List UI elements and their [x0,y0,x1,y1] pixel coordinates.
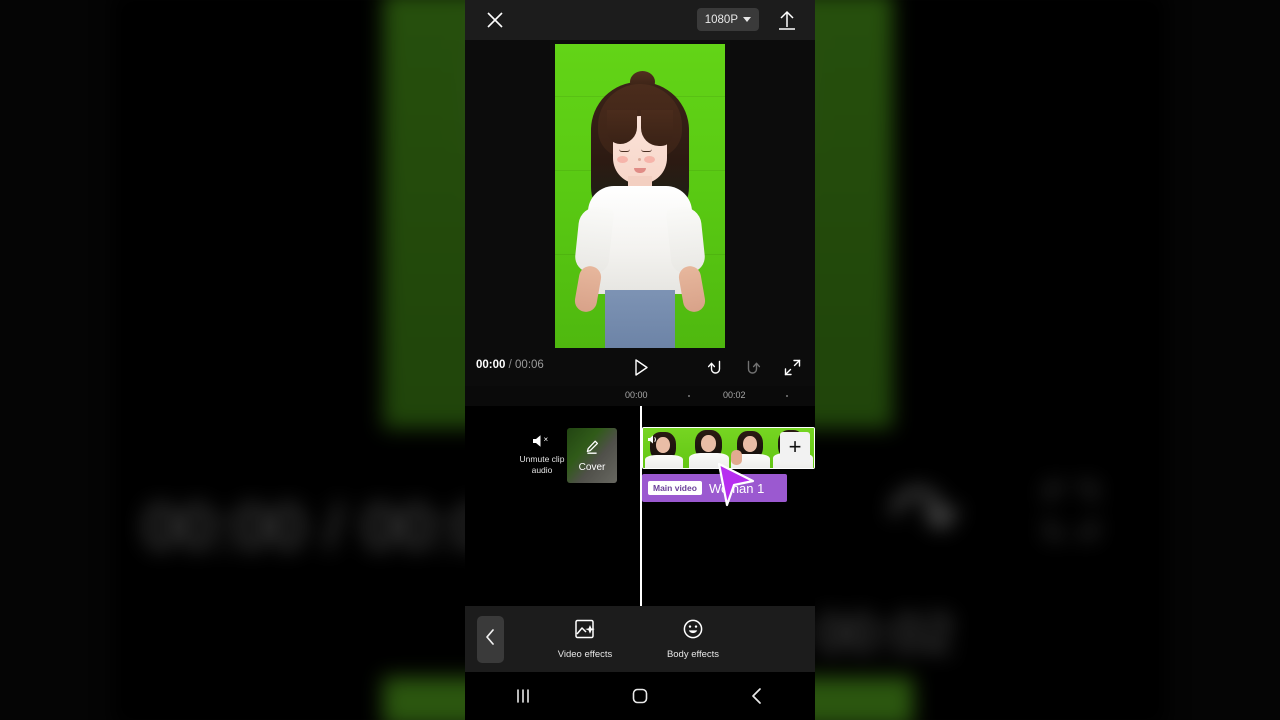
status-badge: Main video [648,481,702,495]
resolution-selector[interactable]: 1080P [696,8,759,31]
video-preview[interactable] [555,44,725,349]
ruler-tick-dot [688,395,690,397]
cover-thumbnail-button[interactable]: Cover [567,428,617,483]
ruler-tick-label: 00:02 [723,390,746,400]
body-effects-label: Body effects [666,649,720,660]
android-nav-bar [465,672,815,720]
pencil-edit-icon [584,439,600,460]
smiley-face-icon [650,616,736,642]
timecode: 00:00 / 00:06 [476,359,544,371]
speaker-icon [647,432,659,450]
timeline[interactable]: × Unmute clip audio Cover + Main video W… [465,406,815,606]
timeline-ruler: 00:00 00:02 [465,386,815,406]
toolbar-back-button[interactable] [477,616,504,663]
time-separator: / [508,359,512,371]
resolution-label: 1080P [704,13,738,26]
svg-text:×: × [544,435,549,444]
top-bar: 1080P [465,0,815,40]
playhead[interactable] [640,406,642,606]
ruler-tick-dot [786,395,788,397]
image-sparkle-icon [542,616,628,642]
transport-bar: 00:00 / 00:06 [465,348,815,386]
back-icon[interactable] [737,681,777,711]
phone-screen: 1080P 00:00 / 00:06 00:00 00:02 × Unmute… [465,0,815,720]
recents-icon[interactable] [503,681,543,711]
cover-label: Cover [578,461,606,473]
screen-root: 00:00 / 00:06 ↶ ↷ ⛶ 00:02 🔇 + 1080P [0,0,1280,720]
redo-icon[interactable] [744,358,763,377]
bottom-toolbar: Video effects Body effects [465,606,815,672]
total-time: 00:06 [515,359,544,371]
ruler-tick-label: 00:00 [625,390,648,400]
plus-icon[interactable]: + [780,432,810,462]
chevron-left-icon [484,628,497,651]
fullscreen-icon[interactable] [783,358,802,377]
current-time: 00:00 [476,359,506,371]
chevron-down-icon [743,17,751,22]
video-effects-label: Video effects [557,649,613,660]
main-video-track[interactable]: Main video Woman 1 [642,474,787,502]
video-clip-track[interactable]: + [642,427,815,469]
play-icon[interactable] [631,358,650,377]
upload-icon[interactable] [776,8,798,32]
track-name: Woman 1 [708,480,765,496]
undo-icon[interactable] [705,358,724,377]
video-effects-button[interactable]: Video effects [542,616,628,660]
home-icon[interactable] [620,681,660,711]
video-preview-area[interactable] [465,40,815,349]
body-effects-button[interactable]: Body effects [650,616,736,660]
close-icon[interactable] [484,9,506,31]
